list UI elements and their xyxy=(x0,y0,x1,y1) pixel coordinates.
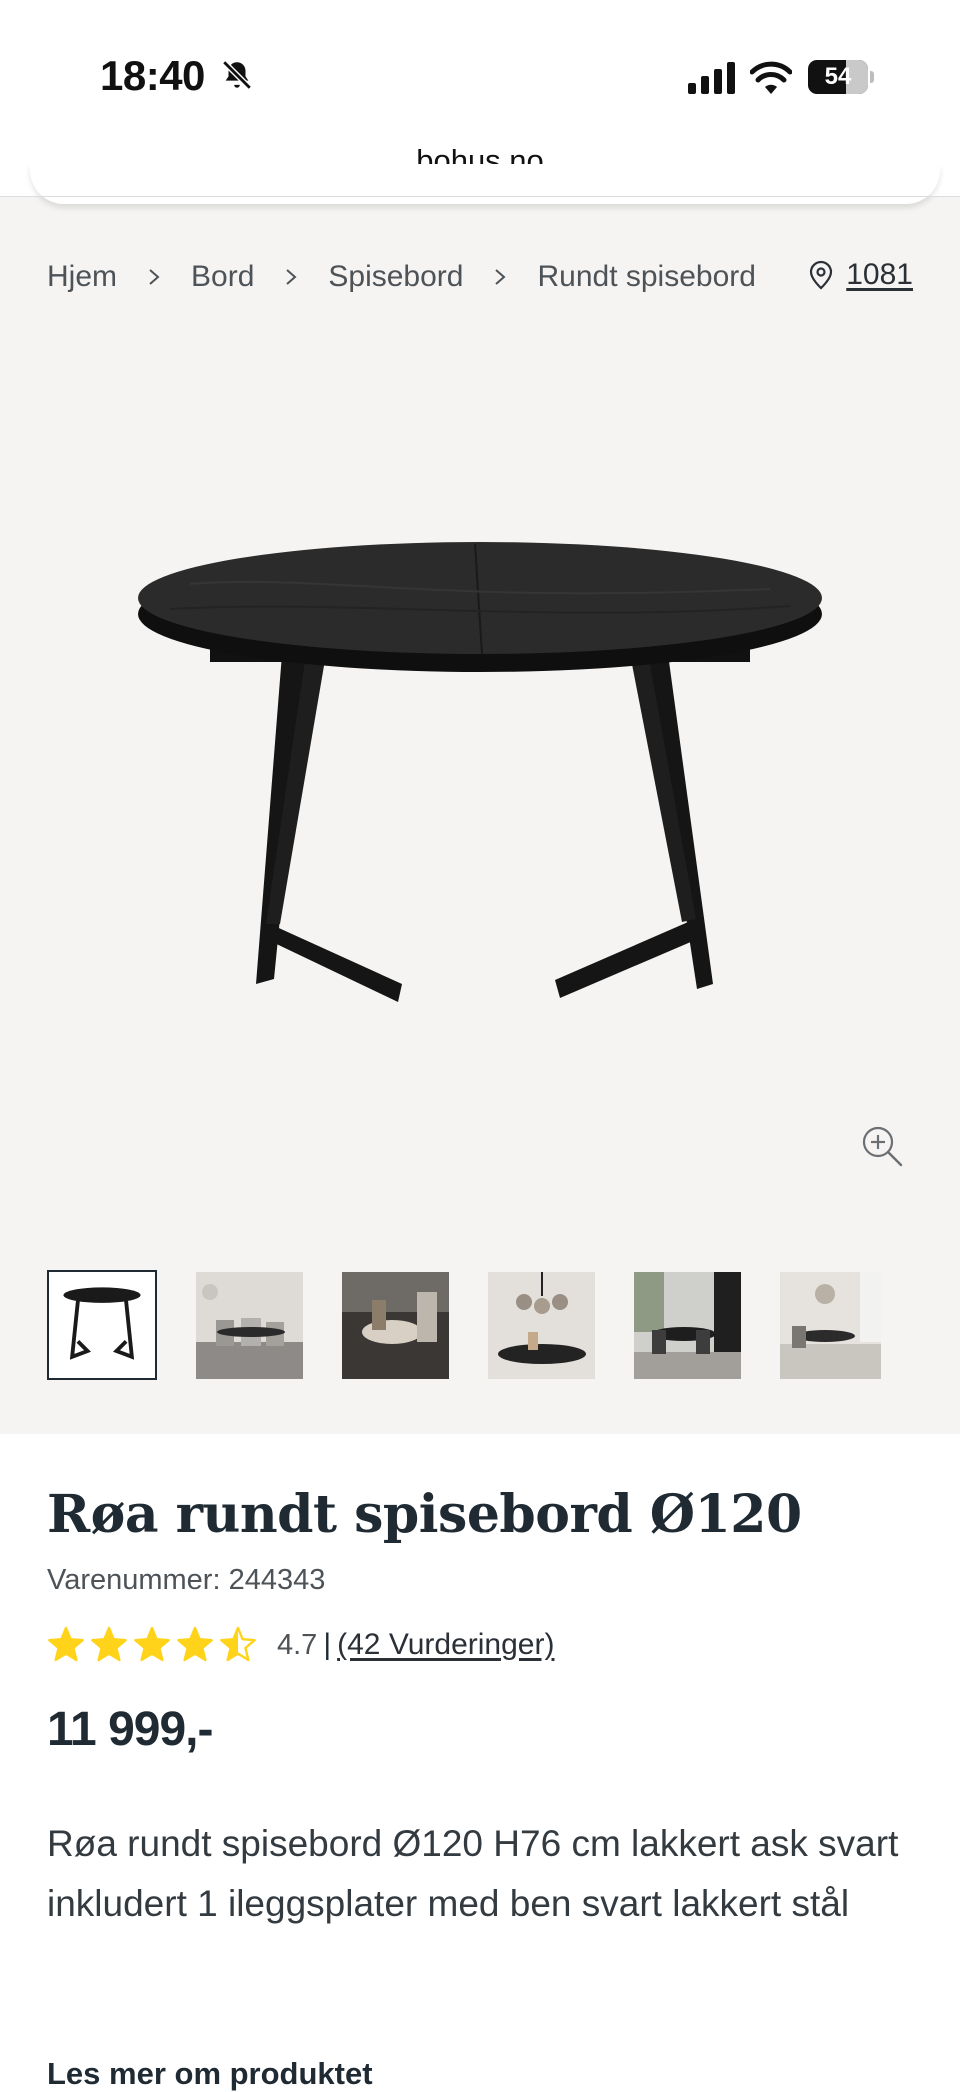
rating-stars xyxy=(47,1626,257,1664)
product-description: Røa rundt spisebord Ø120 H76 cm lakkert … xyxy=(47,1823,899,1924)
thumbnail-strip xyxy=(47,1270,881,1380)
star-full-icon xyxy=(91,1626,127,1662)
divider xyxy=(0,196,960,197)
dining-room-photo-icon xyxy=(196,1272,303,1379)
product-main-image[interactable] xyxy=(130,514,830,1064)
dining-room-photo-icon xyxy=(780,1272,881,1379)
store-selector[interactable]: 1081 xyxy=(808,258,913,292)
battery-percent: 54 xyxy=(824,63,852,90)
thumbnail-6[interactable] xyxy=(780,1272,881,1379)
store-code[interactable]: 1081 xyxy=(846,258,913,292)
thumbnail-4[interactable] xyxy=(488,1272,595,1379)
location-pin-icon xyxy=(810,260,833,290)
thumbnail-1[interactable] xyxy=(47,1270,157,1380)
thumbnail-3[interactable] xyxy=(342,1272,449,1379)
rating-value: 4.7 xyxy=(277,1628,318,1661)
product-details: Røa rundt spisebord Ø120 Varenummer: 244… xyxy=(0,1434,960,2091)
star-full-icon xyxy=(134,1626,170,1662)
rating-separator: | xyxy=(323,1628,332,1661)
product-rating: 4.7 | (42 Vurderinger) xyxy=(47,1626,554,1664)
pendant-lamp-photo-icon xyxy=(488,1272,595,1379)
breadcrumb-rundt-spisebord[interactable]: Rundt spisebord xyxy=(537,260,755,294)
product-gallery-area: Hjem Bord Spisebord Rundt spisebord 1081 xyxy=(0,164,960,1434)
zoom-in-icon[interactable] xyxy=(860,1124,904,1168)
thumbnail-2[interactable] xyxy=(196,1272,303,1379)
star-full-icon xyxy=(177,1626,213,1662)
star-full-icon xyxy=(48,1626,84,1662)
table-thumbnail-icon xyxy=(49,1272,155,1378)
product-sku: Varenummer: 244343 xyxy=(47,1564,326,1596)
breadcrumb-home[interactable]: Hjem xyxy=(47,260,117,294)
star-half-icon xyxy=(220,1626,256,1662)
reviews-link[interactable]: (42 Vurderinger) xyxy=(337,1628,554,1662)
table-detail-photo-icon xyxy=(342,1272,449,1379)
breadcrumb-bord[interactable]: Bord xyxy=(191,260,254,294)
product-price: 11 999,- xyxy=(47,1703,213,1756)
thumbnail-5[interactable] xyxy=(634,1272,741,1379)
search-bar-edge xyxy=(30,164,940,204)
status-time: 18:40 xyxy=(100,52,205,99)
breadcrumb-spisebord[interactable]: Spisebord xyxy=(328,260,463,294)
breadcrumb: Hjem Bord Spisebord Rundt spisebord xyxy=(47,260,756,294)
bell-muted-icon xyxy=(222,60,252,90)
chevron-right-icon xyxy=(286,269,297,285)
cellular-signal-icon xyxy=(688,62,735,94)
chevron-right-icon xyxy=(495,269,507,285)
battery-icon: 54 xyxy=(808,60,874,94)
status-bar: 18:40 54 bohus.no xyxy=(0,0,960,178)
product-title: Røa rundt spisebord Ø120 xyxy=(47,1484,802,1545)
chevron-right-icon xyxy=(149,269,160,285)
wifi-icon xyxy=(750,61,792,94)
dining-set-photo-icon xyxy=(634,1272,741,1379)
